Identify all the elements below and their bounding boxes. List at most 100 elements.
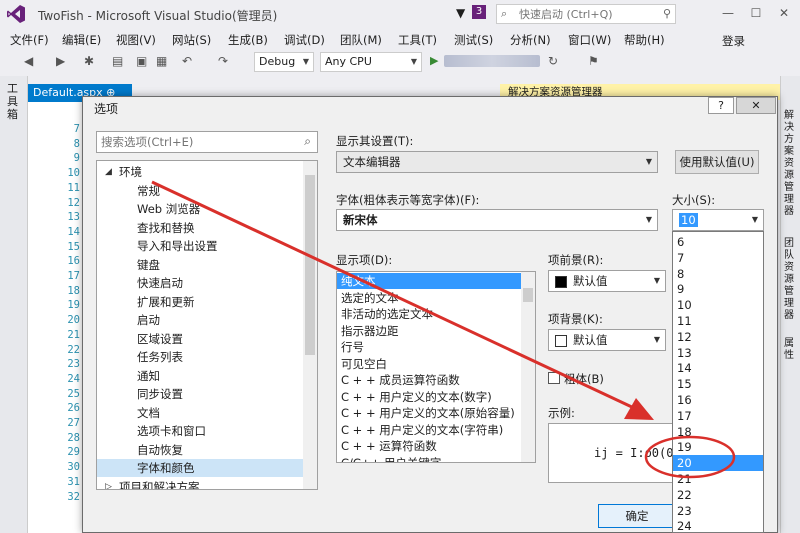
tree-item[interactable]: 常规 [97, 182, 303, 200]
tree-item[interactable]: ▷ 项目和解决方案 [97, 478, 303, 490]
display-item[interactable]: C + + 用户定义的文本(字符串) [337, 422, 521, 438]
collapse-arrow-icon[interactable]: ◢ [105, 163, 112, 181]
size-option[interactable]: 10 [673, 297, 763, 313]
undo-icon[interactable]: ↶ [182, 54, 192, 68]
display-item[interactable]: C + + 成员运算符函数 [337, 372, 521, 388]
menu-help[interactable]: 帮助(H) [624, 32, 665, 48]
display-items-list[interactable]: 纯文本 选定的文本 非活动的选定文本 指示器边距 行号 可见空白 C + + 成员运算符函数… [336, 271, 536, 463]
expand-arrow-icon[interactable]: ▷ [105, 478, 112, 490]
font-combo[interactable]: 新宋体 ▼ [336, 209, 658, 231]
start-debug-icon[interactable]: ▶ [430, 54, 438, 67]
menu-team[interactable]: 团队(M) [340, 32, 382, 48]
notification-badge[interactable]: 3 [472, 5, 486, 19]
display-item[interactable]: C + + 用户定义的文本(原始容量) [337, 405, 521, 421]
options-search[interactable]: ⌕ [96, 131, 318, 153]
maximize-button[interactable]: ☐ [744, 4, 768, 22]
tree-item[interactable]: 键盘 [97, 256, 303, 274]
tree-item[interactable]: 自动恢复 [97, 441, 303, 459]
back-icon[interactable]: ◀ [24, 54, 33, 68]
tree-item[interactable]: 字体和颜色 [97, 459, 303, 477]
display-item[interactable]: 非活动的选定文本 [337, 306, 521, 322]
options-search-input[interactable] [101, 134, 291, 150]
right-dock-tab-properties[interactable]: 属性 [784, 338, 796, 362]
redo-icon[interactable]: ↷ [218, 54, 228, 68]
size-option[interactable]: 21 [673, 471, 763, 487]
tree-item[interactable]: 任务列表 [97, 348, 303, 366]
display-item[interactable]: 行号 [337, 339, 521, 355]
configuration-select[interactable]: Debug ▼ [254, 52, 314, 72]
forward-icon[interactable]: ▶ [56, 54, 65, 68]
size-option[interactable]: 6 [673, 234, 763, 250]
dialog-close-button[interactable]: ✕ [736, 97, 776, 114]
ok-button[interactable]: 确定 [598, 504, 676, 528]
right-dock-tab-solution[interactable]: 解决方案资源管理器 [784, 110, 796, 218]
size-option[interactable]: 12 [673, 329, 763, 345]
show-settings-combo[interactable]: 文本编辑器 ▼ [336, 151, 658, 173]
tree-item[interactable]: 选项卡和窗口 [97, 422, 303, 440]
display-item[interactable]: C/C++ 用户关键字 [337, 455, 521, 463]
display-item[interactable]: 选定的文本 [337, 290, 521, 306]
tree-item[interactable]: 区域设置 [97, 330, 303, 348]
size-option[interactable]: 13 [673, 345, 763, 361]
foreground-combo[interactable]: 默认值 ▼ [548, 270, 666, 292]
size-option[interactable]: 7 [673, 250, 763, 266]
tree-scroll-thumb[interactable] [305, 175, 315, 355]
minimize-button[interactable]: — [716, 4, 740, 22]
right-dock-tab-team[interactable]: 团队资源管理器 [784, 238, 796, 322]
size-dropdown-list[interactable]: 6 7 8 9 10 11 12 13 14 15 16 17 18 19 20 21 22 23 24 [672, 231, 764, 533]
display-list-scroll-thumb[interactable] [523, 288, 533, 302]
refresh-icon[interactable]: ↻ [548, 54, 558, 68]
tree-item[interactable]: Web 浏览器 [97, 200, 303, 218]
size-option[interactable]: 8 [673, 266, 763, 282]
tree-item[interactable]: 同步设置 [97, 385, 303, 403]
open-file-icon[interactable]: ▤ [112, 54, 123, 68]
menu-view[interactable]: 视图(V) [116, 32, 156, 48]
size-option[interactable]: 14 [673, 360, 763, 376]
size-combo[interactable]: 10 ▼ [672, 209, 764, 231]
display-item[interactable]: 纯文本 [337, 273, 521, 289]
menu-analyze[interactable]: 分析(N) [510, 32, 551, 48]
size-option[interactable]: 16 [673, 392, 763, 408]
close-window-button[interactable]: ✕ [772, 4, 796, 22]
menu-debug[interactable]: 调试(D) [284, 32, 325, 48]
menu-file[interactable]: 文件(F) [10, 32, 49, 48]
tree-item[interactable]: 扩展和更新 [97, 293, 303, 311]
tree-item[interactable]: 查找和替换 [97, 219, 303, 237]
size-option[interactable]: 18 [673, 424, 763, 440]
display-list-scrollbar[interactable] [521, 272, 535, 462]
tree-item[interactable]: 文档 [97, 404, 303, 422]
bold-checkbox[interactable] [548, 372, 560, 384]
display-item[interactable]: 指示器边距 [337, 323, 521, 339]
help-button[interactable]: ? [708, 97, 734, 114]
size-option[interactable]: 9 [673, 281, 763, 297]
toolbar-options-icon[interactable]: ⚑ [588, 54, 599, 68]
save-icon[interactable]: ▣ [136, 54, 147, 68]
size-option[interactable]: 20 [673, 455, 763, 472]
tree-item[interactable]: 导入和导出设置 [97, 237, 303, 255]
save-all-icon[interactable]: ▦ [156, 54, 167, 68]
signin-link[interactable]: 登录 [722, 33, 745, 49]
quick-launch-input[interactable] [519, 6, 639, 22]
menu-edit[interactable]: 编辑(E) [62, 32, 101, 48]
display-item[interactable]: C + + 运算符函数 [337, 438, 521, 454]
menu-test[interactable]: 测试(S) [454, 32, 493, 48]
menu-window[interactable]: 窗口(W) [568, 32, 611, 48]
new-project-icon[interactable]: ✱ [84, 54, 94, 68]
tree-item[interactable]: 启动 [97, 311, 303, 329]
use-defaults-button[interactable]: 使用默认值(U) [675, 150, 759, 174]
tree-item[interactable]: 快速启动 [97, 274, 303, 292]
menu-build[interactable]: 生成(B) [228, 32, 268, 48]
menu-tools[interactable]: 工具(T) [398, 32, 437, 48]
background-combo[interactable]: 默认值 ▼ [548, 329, 666, 351]
filter-icon[interactable]: ▼ [456, 6, 465, 20]
size-option[interactable]: 23 [673, 503, 763, 519]
options-tree[interactable]: ◢ 环境 常规 Web 浏览器 查找和替换 导入和导出设置 键盘 快速启动 扩展和更新 启动 区域设… [96, 160, 318, 490]
menu-website[interactable]: 网站(S) [172, 32, 211, 48]
size-option[interactable]: 15 [673, 376, 763, 392]
blurred-run-target[interactable] [444, 55, 540, 67]
size-option[interactable]: 24 [673, 518, 763, 532]
platform-select[interactable]: Any CPU ▼ [320, 52, 422, 72]
tree-scrollbar[interactable] [303, 161, 317, 489]
quick-launch-box[interactable]: ⌕ ⚲ [496, 4, 676, 24]
toolbox-tab[interactable]: 工具箱 [7, 82, 21, 121]
